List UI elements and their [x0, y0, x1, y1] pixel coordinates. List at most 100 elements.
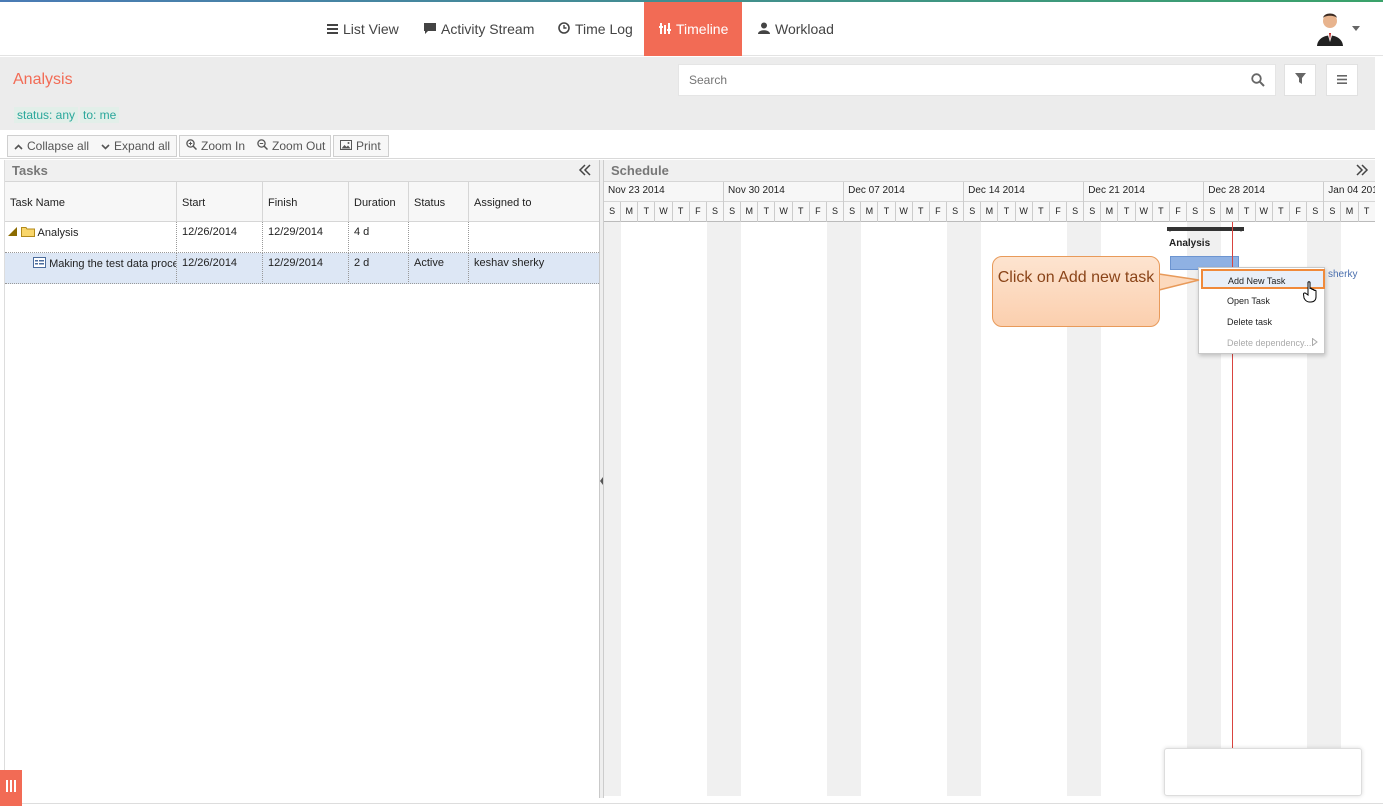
nav-timeline[interactable]: Timeline: [644, 2, 742, 56]
week-label: Nov 30 2014: [724, 182, 845, 202]
day-header-row: SMTWTFSSMTWTFSSMTWTFSSMTWTFSSMTWTFSSMTWT…: [604, 202, 1375, 222]
day-label: T: [758, 202, 776, 222]
tasks-header-label: Tasks: [12, 163, 48, 178]
column-header-finish[interactable]: Finish: [263, 182, 349, 222]
zoom-out-label: Zoom Out: [272, 139, 326, 153]
filter-icon: [1294, 71, 1306, 89]
day-label: S: [1204, 202, 1222, 222]
day-label: S: [1187, 202, 1205, 222]
column-header-start[interactable]: Start: [177, 182, 263, 222]
day-label: W: [896, 202, 913, 222]
table-row[interactable]: Analysis 12/26/2014 12/29/2014 4 d: [5, 222, 599, 253]
task-icon: [33, 257, 46, 271]
task-finish: 12/29/2014: [263, 222, 349, 253]
day-label: T: [1153, 202, 1170, 222]
column-header-task-name[interactable]: Task Name: [5, 182, 177, 222]
weekend-shade: [947, 222, 965, 796]
nav-label: Workload: [775, 21, 834, 37]
nav-workload[interactable]: Workload: [758, 2, 834, 56]
schedule-header-label: Schedule: [611, 163, 669, 178]
comment-icon: [424, 22, 436, 37]
instruction-callout: Click on Add new task: [992, 256, 1160, 327]
print-button[interactable]: Print: [334, 136, 387, 156]
weekend-shade: [1324, 222, 1342, 796]
column-header-status[interactable]: Status: [409, 182, 469, 222]
hand-cursor-icon: [1302, 281, 1319, 308]
menu-item-delete-dependency: Delete dependency...: [1199, 333, 1324, 353]
day-label: F: [690, 202, 707, 222]
column-header-assigned-to[interactable]: Assigned to: [469, 182, 599, 222]
task-assigned: [469, 222, 599, 253]
menu-item-delete-task[interactable]: Delete task: [1199, 312, 1324, 332]
nav-time-log[interactable]: Time Log: [558, 2, 633, 56]
print-label: Print: [356, 139, 381, 153]
hamburger-icon: [1337, 71, 1347, 89]
nav-label: Time Log: [575, 21, 633, 37]
day-label: M: [1341, 202, 1359, 222]
chevron-down-icon[interactable]: [1352, 26, 1360, 31]
weekend-shade: [964, 222, 982, 796]
bars-icon: [6, 779, 16, 797]
day-label: T: [1119, 202, 1136, 222]
notification-popup: [1164, 748, 1362, 796]
task-name-cell: Making the test data process: [5, 253, 177, 284]
column-header-duration[interactable]: Duration: [349, 182, 409, 222]
day-label: S: [604, 202, 622, 222]
nav-activity-stream[interactable]: Activity Stream: [424, 2, 534, 56]
day-label: W: [655, 202, 673, 222]
day-label: M: [621, 202, 639, 222]
collapse-all-button[interactable]: Collapse all: [8, 136, 95, 156]
task-bar-assignee-label: sherky: [1328, 269, 1358, 280]
zoom-in-button[interactable]: Zoom In: [180, 136, 251, 156]
schedule-header: Schedule: [604, 160, 1375, 182]
task-status: Active: [409, 253, 469, 284]
zoom-out-button[interactable]: Zoom Out: [251, 136, 331, 156]
day-label: F: [1170, 202, 1188, 222]
expand-triangle-icon[interactable]: [8, 227, 18, 239]
search-input[interactable]: [679, 65, 1239, 95]
nav-list-view[interactable]: List View: [327, 2, 399, 56]
task-duration: 4 d: [349, 222, 409, 253]
side-panel-toggle[interactable]: [0, 770, 22, 806]
filter-tag-assignee[interactable]: to: me: [80, 107, 120, 123]
chevron-up-icon: [14, 139, 23, 153]
day-label: W: [1256, 202, 1273, 222]
search-icon[interactable]: [1251, 73, 1265, 92]
weekend-shade: [826, 222, 845, 796]
nav-label: List View: [343, 21, 399, 37]
user-avatar[interactable]: [1316, 12, 1344, 46]
filter-bar: Analysis status: any to: me: [0, 57, 1375, 130]
weekend-shade: [706, 222, 725, 796]
menu-item-label: Delete dependency...: [1227, 338, 1312, 348]
double-chevron-right-icon[interactable]: [1355, 163, 1369, 177]
menu-button[interactable]: [1326, 64, 1358, 96]
day-label: S: [964, 202, 982, 222]
zoom-in-icon: [186, 139, 198, 153]
day-label: M: [981, 202, 999, 222]
week-label: Dec 14 2014: [964, 182, 1085, 202]
day-label: S: [1084, 202, 1102, 222]
submenu-arrow-icon: [1312, 337, 1318, 348]
filter-button[interactable]: [1284, 64, 1316, 96]
task-name: Making the test data process: [49, 257, 177, 270]
tasks-header: Tasks: [5, 160, 599, 182]
table-row[interactable]: Making the test data process 12/26/2014 …: [5, 253, 599, 284]
weekend-shade: [844, 222, 862, 796]
task-finish: 12/29/2014: [263, 253, 349, 284]
double-chevron-left-icon[interactable]: [578, 163, 592, 177]
week-label: Dec 07 2014: [844, 182, 965, 202]
task-assigned: keshav sherky: [474, 257, 545, 269]
print-group: Print: [333, 135, 389, 157]
expand-collapse-group: Collapse all Expand all: [7, 135, 177, 157]
task-start: 12/26/2014: [177, 253, 263, 284]
day-label: F: [930, 202, 947, 222]
task-duration: 2 d: [349, 253, 409, 284]
nav-label: Activity Stream: [441, 21, 535, 37]
day-label: M: [1221, 202, 1239, 222]
expand-all-button[interactable]: Expand all: [95, 136, 176, 156]
day-label: S: [827, 202, 845, 222]
day-label: T: [638, 202, 656, 222]
filter-tag-status[interactable]: status: any: [14, 107, 79, 123]
tasks-grid-header: Task Name Start Finish Duration Status A…: [5, 182, 599, 222]
gantt-toolbar: Collapse all Expand all Zoom In Zoom Out…: [0, 130, 1375, 159]
